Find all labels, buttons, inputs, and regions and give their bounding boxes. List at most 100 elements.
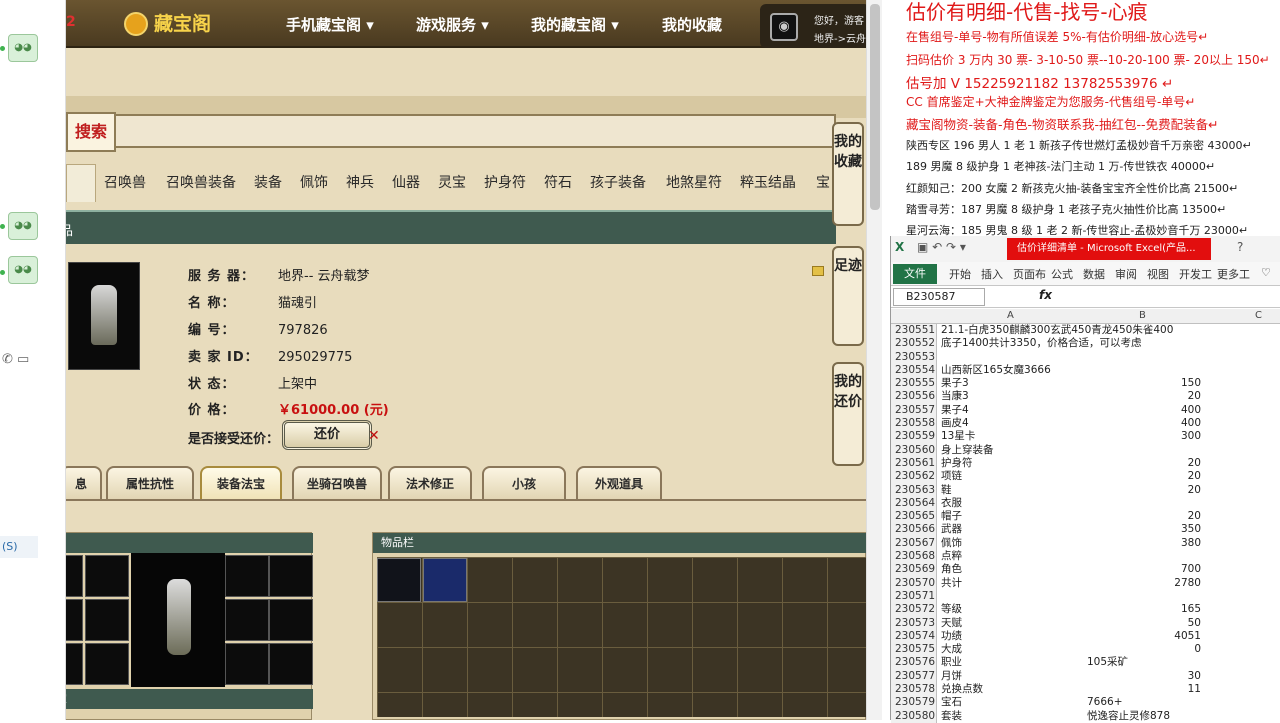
ribbon-file-tab[interactable]: 文件: [893, 264, 937, 284]
cell-a[interactable]: 当康3: [941, 390, 969, 403]
ribbon-tab[interactable]: 开发工: [1179, 266, 1212, 282]
sheet-row[interactable]: 230557 果子4 400: [891, 403, 1280, 418]
equip-slot[interactable]: [85, 643, 129, 685]
row-number[interactable]: 230559: [891, 430, 937, 444]
sheet-row[interactable]: 230566 武器 350: [891, 523, 1280, 537]
cell-a[interactable]: 果子4: [941, 404, 969, 417]
sheet-row[interactable]: 230567 佩饰 380: [891, 536, 1280, 551]
category-tab-active[interactable]: [66, 164, 96, 202]
chat-avatar[interactable]: ◕◕: [8, 34, 38, 62]
name-box[interactable]: B230587: [893, 288, 985, 306]
tab-child[interactable]: 小孩: [482, 466, 566, 500]
row-number[interactable]: 230576: [891, 656, 937, 670]
row-number[interactable]: 230570: [891, 576, 937, 590]
sheet-row[interactable]: 230574 功绩 4051: [891, 629, 1280, 644]
equip-slot[interactable]: [66, 599, 83, 641]
cell-a[interactable]: 项链: [941, 470, 962, 483]
cell-a[interactable]: 角色: [941, 563, 962, 576]
cell-b[interactable]: 105采矿: [1087, 656, 1128, 669]
equip-slot[interactable]: [225, 555, 269, 597]
row-number[interactable]: 230551: [891, 324, 937, 338]
sheet-row[interactable]: 230573 天赋 50: [891, 616, 1280, 630]
ribbon-tab[interactable]: 开始: [949, 266, 971, 282]
cell-b[interactable]: 700: [1083, 563, 1201, 576]
cell-b[interactable]: 380: [1083, 537, 1201, 550]
nav-mobile[interactable]: 手机藏宝阁 ▾: [286, 14, 374, 35]
cell-b[interactable]: 2780: [1083, 577, 1201, 590]
fx-icon[interactable]: fx: [1039, 288, 1052, 302]
category-item[interactable]: 护身符: [484, 172, 526, 192]
row-number[interactable]: 230556: [891, 390, 937, 404]
nav-my-cbg[interactable]: 我的藏宝阁 ▾: [531, 14, 619, 35]
close-icon[interactable]: ✕: [368, 428, 380, 444]
inventory-item[interactable]: [377, 558, 421, 602]
row-number[interactable]: 230572: [891, 603, 937, 617]
row-number[interactable]: 230561: [891, 456, 937, 471]
equip-slot[interactable]: [85, 555, 129, 597]
category-item[interactable]: 装备: [254, 172, 282, 192]
page-scrollbar[interactable]: [866, 0, 882, 720]
cell-b[interactable]: 400: [1083, 404, 1201, 417]
counter-offer-button[interactable]: 还价: [282, 420, 372, 450]
row-number[interactable]: 230553: [891, 350, 937, 364]
cell-a[interactable]: 天赋: [941, 617, 962, 630]
chat-avatar[interactable]: ◕◕: [8, 256, 38, 284]
inventory-item[interactable]: [423, 558, 467, 602]
category-item[interactable]: 佩饰: [300, 172, 328, 192]
category-item[interactable]: 宝: [816, 172, 830, 192]
ribbon-tab[interactable]: 审阅: [1115, 266, 1137, 282]
cell-a[interactable]: 画皮4: [941, 417, 969, 430]
nav-game-service[interactable]: 游戏服务 ▾: [416, 14, 489, 35]
call-icons[interactable]: ✆ ▭: [2, 352, 29, 367]
sheet-row[interactable]: 230563 鞋 20: [891, 483, 1280, 497]
side-my-favorites[interactable]: 我的收藏: [832, 122, 864, 226]
cell-b[interactable]: 7666+: [1087, 696, 1123, 709]
category-item[interactable]: 神兵: [346, 172, 374, 192]
cell-a[interactable]: 等级: [941, 603, 962, 616]
cell-a[interactable]: 13星卡: [941, 430, 975, 443]
cell-b[interactable]: 350: [1083, 523, 1201, 536]
sheet-row[interactable]: 230565 帽子 20: [891, 510, 1280, 524]
sheet-row[interactable]: 230571: [891, 589, 1280, 604]
cell-a[interactable]: 功绩: [941, 630, 962, 643]
cell-a[interactable]: 底子1400共计3350，价格合适，可以考虑: [941, 337, 1141, 350]
sheet-row[interactable]: 230556 当康3 20: [891, 390, 1280, 404]
tab-appearance[interactable]: 外观道具: [576, 466, 662, 500]
tab-spell-fix[interactable]: 法术修正: [388, 466, 472, 500]
row-number[interactable]: 230566: [891, 523, 937, 537]
sheet-row[interactable]: 230570 共计 2780: [891, 576, 1280, 590]
category-item[interactable]: 孩子装备: [590, 172, 646, 192]
row-number[interactable]: 230557: [891, 403, 937, 418]
row-number[interactable]: 230577: [891, 669, 937, 684]
sheet-row[interactable]: 230575 大成 0: [891, 643, 1280, 657]
quick-access-icons[interactable]: ▣ ↶ ↷ ▾: [917, 240, 966, 254]
equip-slot[interactable]: [225, 643, 269, 685]
category-item[interactable]: 粹玉结晶: [740, 172, 796, 192]
category-item[interactable]: 地煞星符: [666, 172, 722, 192]
sheet-row[interactable]: 230576 职业 105采矿: [891, 656, 1280, 670]
sheet-row[interactable]: 230558 画皮4 400: [891, 417, 1280, 431]
row-number[interactable]: 230555: [891, 377, 937, 391]
row-number[interactable]: 230563: [891, 483, 937, 497]
cell-a[interactable]: 衣服: [941, 497, 962, 510]
category-item[interactable]: 灵宝: [438, 172, 466, 192]
cell-b[interactable]: 20: [1083, 470, 1201, 483]
cell-a[interactable]: 身上穿装备: [941, 444, 994, 457]
category-item[interactable]: 仙器: [392, 172, 420, 192]
sheet-row[interactable]: 230569 角色 700: [891, 563, 1280, 577]
sheet-row[interactable]: 230554 山西新区165女魔3666: [891, 363, 1280, 378]
side-my-counter-offers[interactable]: 我的还价: [832, 362, 864, 466]
row-number[interactable]: 230560: [891, 443, 937, 457]
sheet-row[interactable]: 230555 果子3 150: [891, 377, 1280, 391]
sheet-row[interactable]: 230562 项链 20: [891, 470, 1280, 484]
character-thumbnail[interactable]: [68, 262, 140, 370]
cell-b[interactable]: 300: [1083, 430, 1201, 443]
cell-b[interactable]: 165: [1083, 603, 1201, 616]
cell-b[interactable]: 4051: [1083, 630, 1201, 643]
row-number[interactable]: 230575: [891, 643, 937, 657]
equip-slot[interactable]: [225, 599, 269, 641]
row-number[interactable]: 230554: [891, 363, 937, 378]
row-number[interactable]: 230578: [891, 683, 937, 697]
sheet-row[interactable]: 230560 身上穿装备: [891, 443, 1280, 457]
sheet-row[interactable]: 230578 兑换点数 11: [891, 683, 1280, 697]
